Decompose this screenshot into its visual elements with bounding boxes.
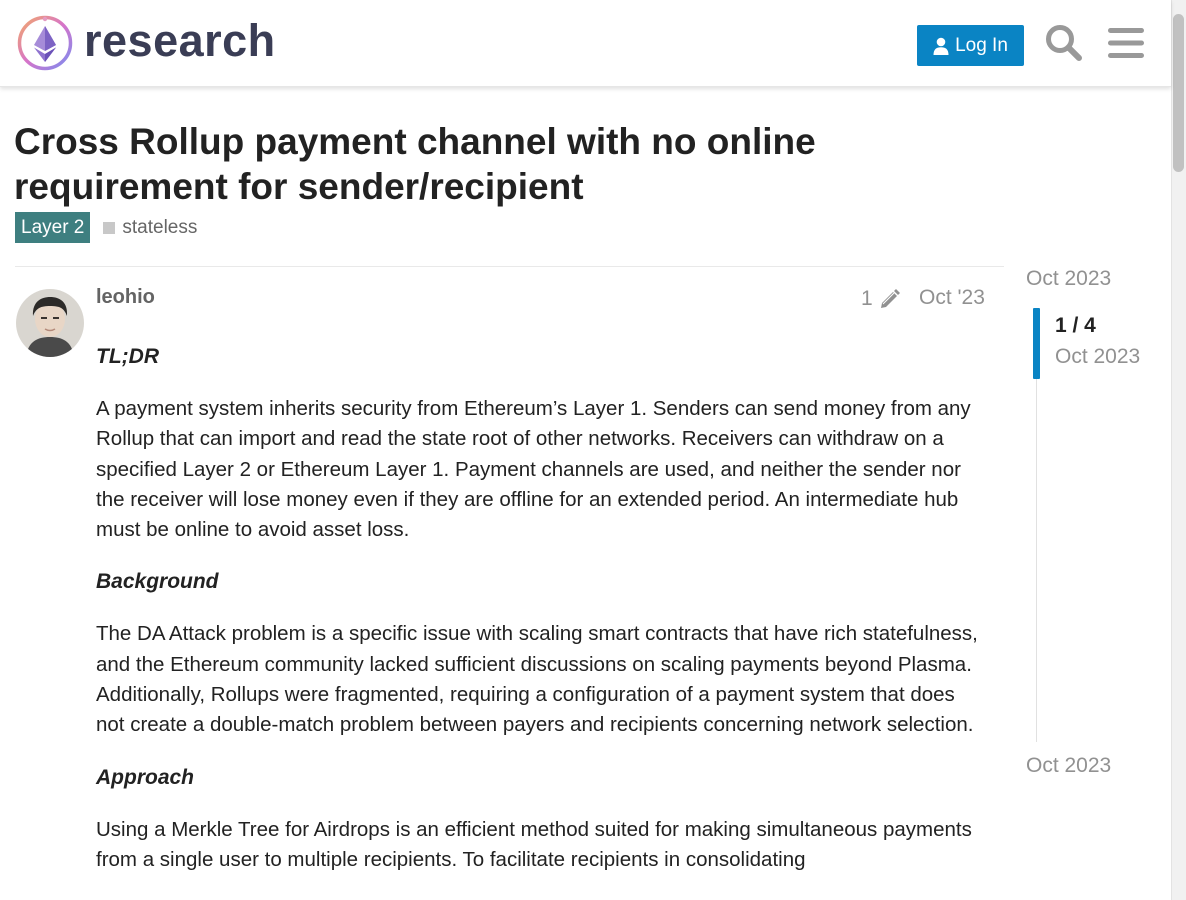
section-paragraph-tldr: A payment system inherits security from … [96, 397, 971, 542]
user-icon [933, 37, 949, 55]
login-label: Log In [955, 34, 1008, 56]
site-logo[interactable]: research [16, 14, 276, 72]
edit-count: 1 [861, 287, 873, 310]
search-button[interactable] [1043, 20, 1085, 66]
timeline-end-date[interactable]: Oct 2023 [1026, 754, 1111, 778]
hamburger-menu-icon [1108, 28, 1144, 58]
pencil-icon [880, 289, 900, 308]
tag-square-icon [103, 221, 116, 234]
post-date[interactable]: Oct '23 [919, 286, 985, 310]
avatar[interactable] [16, 289, 84, 357]
topic-divider [15, 266, 1004, 267]
post-body: TL;DR A payment system inherits security… [96, 342, 988, 897]
topic-tags: Layer 2 stateless [15, 212, 197, 243]
topic-title[interactable]: Cross Rollup payment channel with no onl… [14, 119, 914, 209]
timeline-position: 1 / 4 [1055, 314, 1096, 337]
timeline-position-date: Oct 2023 [1055, 345, 1141, 368]
category-badge[interactable]: Layer 2 [15, 212, 91, 243]
section-paragraph-approach: Using a Merkle Tree for Airdrops is an e… [96, 817, 972, 871]
tag-label: stateless [122, 216, 198, 238]
section-heading-approach: Approach [96, 765, 195, 789]
timeline-scroll-handle[interactable] [1033, 308, 1040, 379]
ethereum-research-logo-icon [17, 15, 73, 71]
section-heading-tldr: TL;DR [96, 345, 159, 368]
hamburger-menu-button[interactable] [1105, 20, 1147, 66]
tag-stateless[interactable]: stateless [103, 217, 197, 239]
section-paragraph-background: The DA Attack problem is a specific issu… [96, 622, 978, 737]
search-icon [1046, 25, 1082, 61]
logo-wordmark: research [84, 14, 276, 66]
post-author[interactable]: leohio [96, 286, 155, 309]
user-avatar-icon [16, 289, 84, 357]
edit-history-button[interactable]: 1 [861, 287, 901, 311]
site-header: research Log In [0, 0, 1171, 87]
login-button[interactable]: Log In [917, 25, 1024, 66]
timeline-start-date[interactable]: Oct 2023 [1026, 267, 1111, 291]
scrollbar-thumb[interactable] [1173, 14, 1184, 172]
section-heading-background: Background [96, 570, 219, 594]
